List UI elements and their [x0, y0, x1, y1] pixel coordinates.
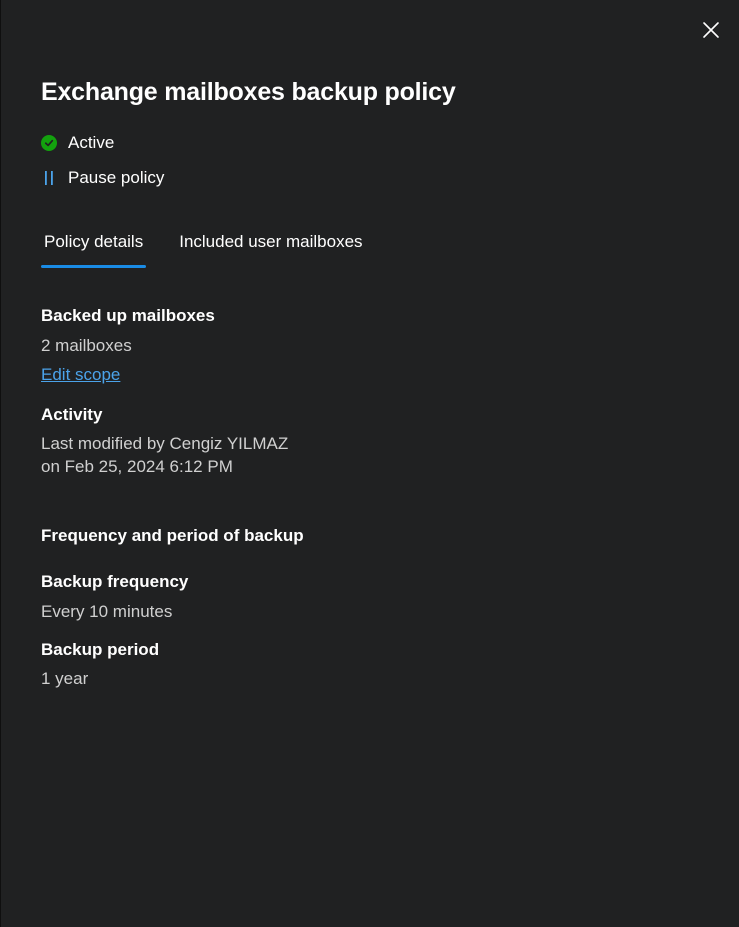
- frequency-section: Frequency and period of backup: [41, 526, 304, 546]
- activity-label: Activity: [41, 405, 103, 424]
- checkmark-circle-icon: [41, 135, 57, 151]
- tab-policy-details[interactable]: Policy details: [41, 226, 147, 268]
- edit-scope-link[interactable]: Edit scope: [41, 365, 215, 385]
- activity-section: Activity Last modified by Cengiz YILMAZ …: [41, 405, 288, 477]
- backup-frequency-section: Backup frequency Every 10 minutes: [41, 572, 188, 622]
- activity-modified-date: on Feb 25, 2024 6:12 PM: [41, 457, 233, 476]
- panel-title: Exchange mailboxes backup policy: [41, 78, 456, 106]
- close-button[interactable]: [698, 17, 724, 43]
- status-indicator: Active: [41, 131, 114, 155]
- tab-included-user-mailboxes[interactable]: Included user mailboxes: [176, 226, 365, 268]
- pause-icon: [41, 170, 57, 186]
- pause-policy-button[interactable]: Pause policy: [41, 166, 164, 190]
- policy-details-panel: Exchange mailboxes backup policy Active …: [1, 0, 739, 927]
- pause-policy-label: Pause policy: [68, 168, 165, 187]
- backup-frequency-value: Every 10 minutes: [41, 602, 173, 621]
- backup-period-label: Backup period: [41, 640, 160, 659]
- backed-up-mailboxes-value: 2 mailboxes: [41, 336, 132, 355]
- backed-up-mailboxes-section: Backed up mailboxes 2 mailboxes Edit sco…: [41, 306, 215, 385]
- frequency-section-heading: Frequency and period of backup: [41, 526, 304, 545]
- status-label: Active: [68, 133, 115, 152]
- backup-period-section: Backup period 1 year: [41, 640, 159, 689]
- backup-period-value: 1 year: [41, 669, 89, 688]
- backed-up-mailboxes-label: Backed up mailboxes: [41, 306, 215, 325]
- tab-list: Policy details Included user mailboxes: [41, 226, 366, 270]
- backup-frequency-label: Backup frequency: [41, 572, 189, 591]
- activity-modified-by: Last modified by Cengiz YILMAZ: [41, 434, 289, 453]
- close-icon: [703, 22, 719, 38]
